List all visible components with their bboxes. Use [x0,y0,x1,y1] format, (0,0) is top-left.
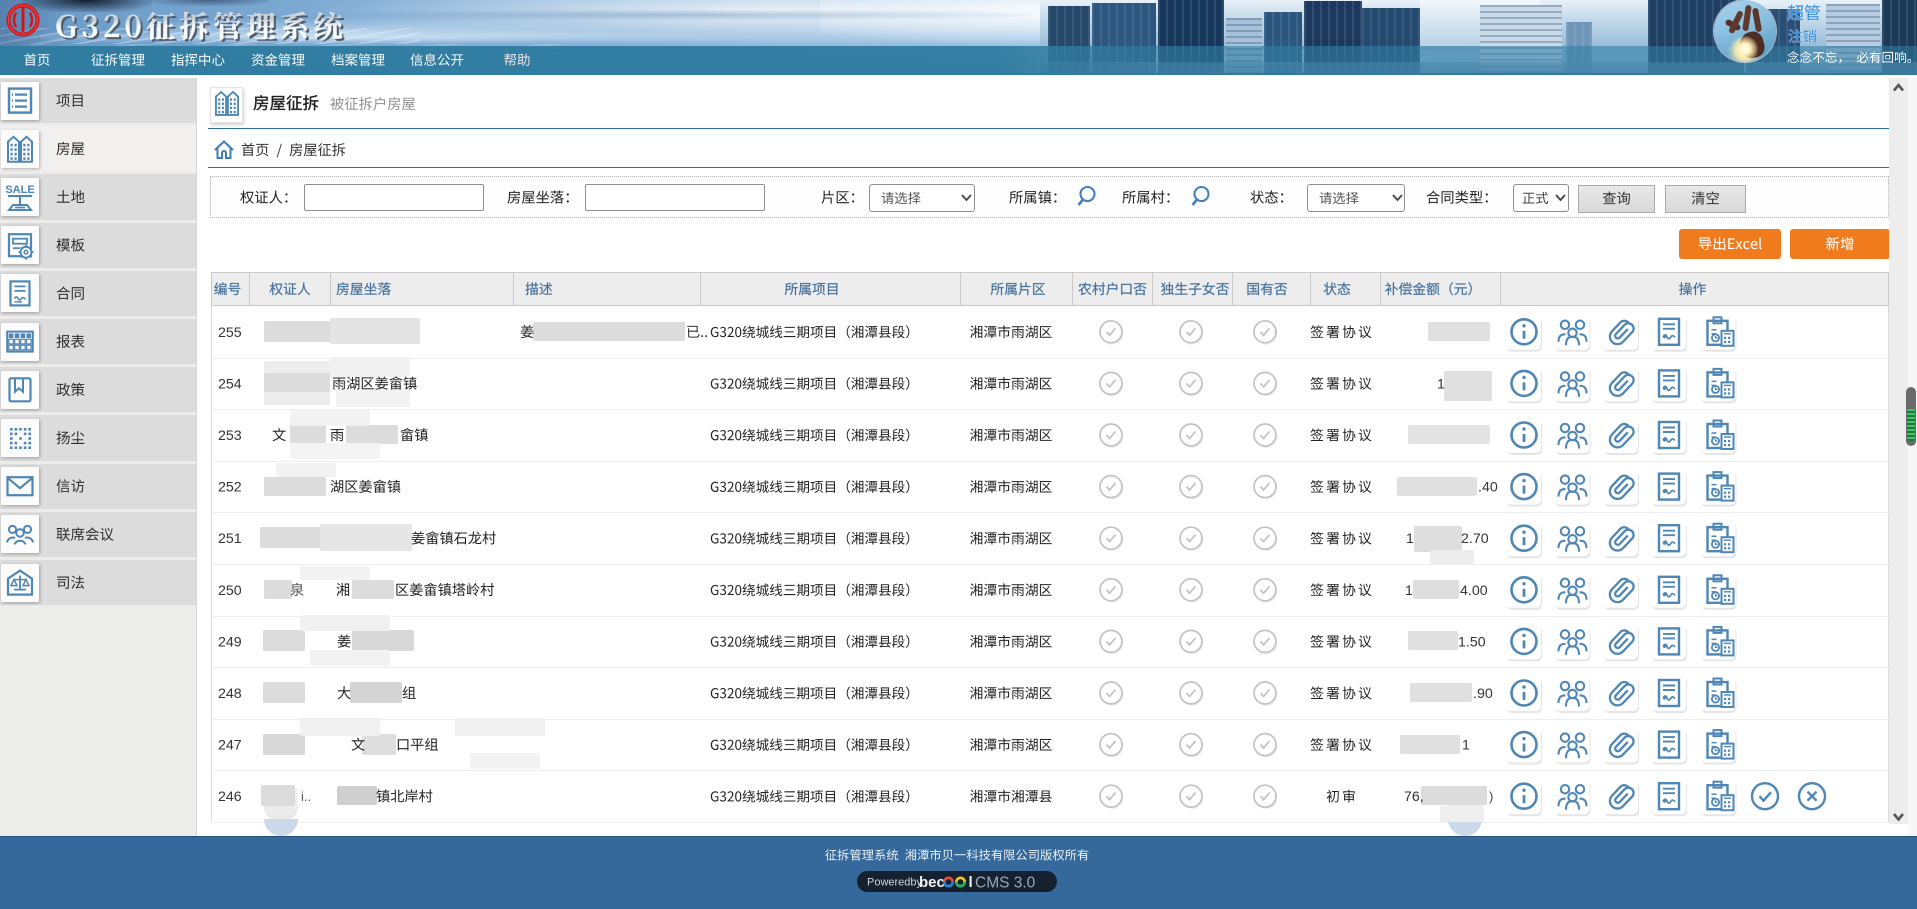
svg-text:Poweredby: Poweredby [867,877,923,889]
svg-text:1: 1 [1406,531,1414,547]
svg-text:bec: bec [919,874,945,891]
svg-text:251: 251 [218,531,242,547]
svg-text:1: 1 [1462,738,1470,754]
svg-text:1.50: 1.50 [1458,634,1486,650]
svg-text:.40: .40 [1478,480,1498,496]
svg-text:252: 252 [218,480,242,496]
svg-text:4.00: 4.00 [1460,583,1488,599]
svg-text:2.70: 2.70 [1461,531,1489,547]
svg-text:i..: i.. [301,789,311,804]
svg-text:247: 247 [218,738,242,754]
svg-text:249: 249 [218,634,242,650]
svg-text:253: 253 [218,428,242,444]
svg-text:1: 1 [1405,583,1413,599]
svg-text:SALE: SALE [5,184,34,196]
svg-text:76,: 76, [1404,789,1424,805]
svg-text:): ) [1489,789,1493,804]
svg-text:255: 255 [218,325,242,341]
svg-text:248: 248 [218,686,242,702]
svg-text:250: 250 [218,583,242,599]
svg-text:246: 246 [218,789,242,805]
svg-text:254: 254 [218,376,242,392]
svg-text:1: 1 [1437,376,1445,392]
svg-text:l: l [969,874,973,891]
svg-text:.90: .90 [1473,686,1493,702]
svg-text:CMS 3.0: CMS 3.0 [975,875,1036,892]
